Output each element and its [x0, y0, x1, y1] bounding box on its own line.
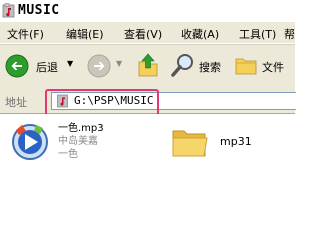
menu-favorites[interactable]: 收藏(A): [181, 26, 219, 42]
up-folder-icon: [137, 53, 159, 81]
folders-icon: [234, 54, 258, 79]
back-arrow-icon: [5, 54, 29, 81]
file-list: 一色.mp3 中岛美嘉 一色 mp31: [0, 114, 295, 201]
menu-help[interactable]: 帮: [284, 26, 295, 42]
search-button[interactable]: 搜索: [170, 52, 226, 78]
folder-name: mp31: [220, 135, 252, 148]
address-label: 地址: [5, 96, 27, 109]
forward-button[interactable]: ▼: [87, 54, 129, 78]
back-button[interactable]: 后退 ▼: [5, 54, 75, 78]
address-input[interactable]: G:\PSP\MUSIC: [51, 92, 296, 110]
file-artist: 中岛美嘉: [58, 136, 98, 147]
back-dropdown-icon[interactable]: ▼: [67, 59, 73, 68]
folders-button[interactable]: 文件: [234, 52, 295, 78]
file-item-mp3[interactable]: 一色.mp3 中岛美嘉 一色: [10, 122, 110, 178]
search-label: 搜索: [199, 61, 221, 74]
folder-icon: [170, 122, 210, 165]
search-icon: [170, 52, 196, 81]
music-folder-icon: [57, 94, 69, 111]
address-bar: 地址 G:\PSP\MUSIC: [0, 87, 296, 114]
forward-arrow-icon: [87, 54, 111, 81]
menu-file[interactable]: 文件(F): [7, 26, 44, 42]
address-value: G:\PSP\MUSIC: [74, 94, 154, 107]
menu-view[interactable]: 查看(V): [124, 26, 162, 42]
back-label: 后退: [36, 61, 58, 74]
windows-media-audio-icon: [10, 122, 50, 165]
file-name: 一色.mp3: [58, 123, 104, 134]
menu-tools[interactable]: 工具(T): [239, 26, 276, 42]
forward-dropdown-icon[interactable]: ▼: [116, 59, 122, 68]
window-title: MUSIC: [18, 3, 60, 18]
menu-edit[interactable]: 编辑(E): [66, 26, 104, 42]
folder-item-mp31[interactable]: mp31: [170, 122, 270, 170]
folders-label: 文件: [262, 61, 284, 74]
up-folder-button[interactable]: [137, 52, 159, 78]
folder-window-icon: [2, 3, 16, 21]
menu-bar: 文件(F) 编辑(E) 查看(V) 收藏(A) 工具(T) 帮: [0, 22, 295, 44]
file-album: 一色: [58, 149, 78, 160]
title-bar: MUSIC: [0, 0, 295, 22]
toolbar: 后退 ▼ ▼ 搜索 文件: [0, 44, 295, 88]
